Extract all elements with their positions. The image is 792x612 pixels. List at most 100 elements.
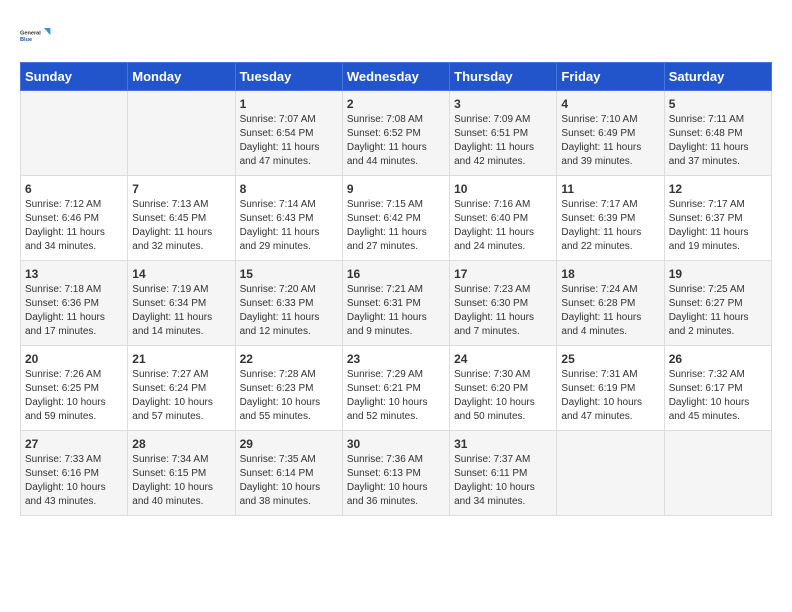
calendar-day-cell: 28 Sunrise: 7:34 AM Sunset: 6:15 PM Dayli… — [128, 431, 235, 516]
calendar-day-cell: 9Sunrise: 7:15 AM Sunset: 6:42 PM Daylig… — [342, 176, 449, 261]
day-info: Sunrise: 7:30 AM Sunset: 6:20 PM Dayligh… — [454, 368, 552, 424]
day-number: 22 — [240, 352, 338, 366]
weekday-header: Monday — [128, 63, 235, 91]
calendar-day-cell — [21, 91, 128, 176]
day-number: 15 — [240, 267, 338, 281]
calendar-day-cell — [557, 431, 664, 516]
weekday-header: Friday — [557, 63, 664, 91]
calendar-day-cell: 19 Sunrise: 7:25 AM Sunset: 6:27 PM Dayli… — [664, 261, 771, 346]
day-number: 1 — [240, 97, 338, 111]
day-number: 23 — [347, 352, 445, 366]
calendar-week-row: 27 Sunrise: 7:33 AM Sunset: 6:16 PM Dayli… — [21, 431, 772, 516]
calendar-day-cell — [128, 91, 235, 176]
day-number: 30 — [347, 437, 445, 451]
day-info: Sunrise: 7:10 AM Sunset: 6:49 PM Dayligh… — [561, 113, 659, 169]
day-number: 10 — [454, 182, 552, 196]
day-number: 8 — [240, 182, 338, 196]
calendar-day-cell: 10 Sunrise: 7:16 AM Sunset: 6:40 PM Dayli… — [450, 176, 557, 261]
calendar-header-row: SundayMondayTuesdayWednesdayThursdayFrid… — [21, 63, 772, 91]
day-info: Sunrise: 7:17 AM Sunset: 6:39 PM Dayligh… — [561, 198, 659, 254]
calendar-day-cell: 31 Sunrise: 7:37 AM Sunset: 6:11 PM Dayli… — [450, 431, 557, 516]
weekday-header: Tuesday — [235, 63, 342, 91]
weekday-header: Sunday — [21, 63, 128, 91]
day-number: 6 — [25, 182, 123, 196]
calendar-day-cell: 18Sunrise: 7:24 AM Sunset: 6:28 PM Dayli… — [557, 261, 664, 346]
calendar-week-row: 13 Sunrise: 7:18 AM Sunset: 6:36 PM Dayli… — [21, 261, 772, 346]
calendar-day-cell: 30 Sunrise: 7:36 AM Sunset: 6:13 PM Dayli… — [342, 431, 449, 516]
day-info: Sunrise: 7:36 AM Sunset: 6:13 PM Dayligh… — [347, 453, 445, 509]
day-info: Sunrise: 7:21 AM Sunset: 6:31 PM Dayligh… — [347, 283, 445, 339]
day-info: Sunrise: 7:29 AM Sunset: 6:21 PM Dayligh… — [347, 368, 445, 424]
day-number: 31 — [454, 437, 552, 451]
page-header: GeneralBlue — [20, 20, 772, 52]
day-info: Sunrise: 7:34 AM Sunset: 6:15 PM Dayligh… — [132, 453, 230, 509]
calendar-week-row: 20 Sunrise: 7:26 AM Sunset: 6:25 PM Dayli… — [21, 346, 772, 431]
calendar-week-row: 1 Sunrise: 7:07 AM Sunset: 6:54 PM Daylig… — [21, 91, 772, 176]
day-info: Sunrise: 7:15 AM Sunset: 6:42 PM Dayligh… — [347, 198, 445, 254]
day-info: Sunrise: 7:16 AM Sunset: 6:40 PM Dayligh… — [454, 198, 552, 254]
calendar-day-cell: 3Sunrise: 7:09 AM Sunset: 6:51 PM Daylig… — [450, 91, 557, 176]
calendar-day-cell: 1 Sunrise: 7:07 AM Sunset: 6:54 PM Daylig… — [235, 91, 342, 176]
day-number: 19 — [669, 267, 767, 281]
svg-text:General: General — [20, 30, 41, 36]
day-info: Sunrise: 7:32 AM Sunset: 6:17 PM Dayligh… — [669, 368, 767, 424]
day-info: Sunrise: 7:08 AM Sunset: 6:52 PM Dayligh… — [347, 113, 445, 169]
day-info: Sunrise: 7:24 AM Sunset: 6:28 PM Dayligh… — [561, 283, 659, 339]
day-number: 29 — [240, 437, 338, 451]
day-info: Sunrise: 7:28 AM Sunset: 6:23 PM Dayligh… — [240, 368, 338, 424]
calendar-day-cell: 29 Sunrise: 7:35 AM Sunset: 6:14 PM Dayli… — [235, 431, 342, 516]
calendar-day-cell — [664, 431, 771, 516]
day-number: 24 — [454, 352, 552, 366]
day-info: Sunrise: 7:35 AM Sunset: 6:14 PM Dayligh… — [240, 453, 338, 509]
day-info: Sunrise: 7:17 AM Sunset: 6:37 PM Dayligh… — [669, 198, 767, 254]
day-number: 17 — [454, 267, 552, 281]
calendar-body: 1 Sunrise: 7:07 AM Sunset: 6:54 PM Daylig… — [21, 91, 772, 516]
calendar-day-cell: 8 Sunrise: 7:14 AM Sunset: 6:43 PM Daylig… — [235, 176, 342, 261]
day-info: Sunrise: 7:37 AM Sunset: 6:11 PM Dayligh… — [454, 453, 552, 509]
day-number: 13 — [25, 267, 123, 281]
weekday-header: Thursday — [450, 63, 557, 91]
day-info: Sunrise: 7:11 AM Sunset: 6:48 PM Dayligh… — [669, 113, 767, 169]
day-number: 26 — [669, 352, 767, 366]
calendar-day-cell: 21Sunrise: 7:27 AM Sunset: 6:24 PM Dayli… — [128, 346, 235, 431]
day-number: 3 — [454, 97, 552, 111]
day-info: Sunrise: 7:07 AM Sunset: 6:54 PM Dayligh… — [240, 113, 338, 169]
calendar-day-cell: 27 Sunrise: 7:33 AM Sunset: 6:16 PM Dayli… — [21, 431, 128, 516]
calendar-day-cell: 6Sunrise: 7:12 AM Sunset: 6:46 PM Daylig… — [21, 176, 128, 261]
day-number: 4 — [561, 97, 659, 111]
calendar-week-row: 6Sunrise: 7:12 AM Sunset: 6:46 PM Daylig… — [21, 176, 772, 261]
calendar-day-cell: 11 Sunrise: 7:17 AM Sunset: 6:39 PM Dayli… — [557, 176, 664, 261]
calendar-day-cell: 20 Sunrise: 7:26 AM Sunset: 6:25 PM Dayli… — [21, 346, 128, 431]
day-number: 27 — [25, 437, 123, 451]
weekday-header: Wednesday — [342, 63, 449, 91]
calendar-day-cell: 24 Sunrise: 7:30 AM Sunset: 6:20 PM Dayli… — [450, 346, 557, 431]
day-number: 12 — [669, 182, 767, 196]
calendar-day-cell: 22 Sunrise: 7:28 AM Sunset: 6:23 PM Dayli… — [235, 346, 342, 431]
calendar-day-cell: 12 Sunrise: 7:17 AM Sunset: 6:37 PM Dayli… — [664, 176, 771, 261]
day-info: Sunrise: 7:25 AM Sunset: 6:27 PM Dayligh… — [669, 283, 767, 339]
calendar-day-cell: 25Sunrise: 7:31 AM Sunset: 6:19 PM Dayli… — [557, 346, 664, 431]
svg-text:Blue: Blue — [20, 37, 32, 43]
day-number: 25 — [561, 352, 659, 366]
day-number: 28 — [132, 437, 230, 451]
day-info: Sunrise: 7:13 AM Sunset: 6:45 PM Dayligh… — [132, 198, 230, 254]
weekday-header: Saturday — [664, 63, 771, 91]
day-number: 21 — [132, 352, 230, 366]
day-number: 5 — [669, 97, 767, 111]
calendar-day-cell: 16 Sunrise: 7:21 AM Sunset: 6:31 PM Dayli… — [342, 261, 449, 346]
calendar-table: SundayMondayTuesdayWednesdayThursdayFrid… — [20, 62, 772, 516]
day-info: Sunrise: 7:20 AM Sunset: 6:33 PM Dayligh… — [240, 283, 338, 339]
day-info: Sunrise: 7:23 AM Sunset: 6:30 PM Dayligh… — [454, 283, 552, 339]
day-info: Sunrise: 7:33 AM Sunset: 6:16 PM Dayligh… — [25, 453, 123, 509]
day-info: Sunrise: 7:26 AM Sunset: 6:25 PM Dayligh… — [25, 368, 123, 424]
day-info: Sunrise: 7:14 AM Sunset: 6:43 PM Dayligh… — [240, 198, 338, 254]
day-number: 11 — [561, 182, 659, 196]
day-info: Sunrise: 7:18 AM Sunset: 6:36 PM Dayligh… — [25, 283, 123, 339]
day-info: Sunrise: 7:19 AM Sunset: 6:34 PM Dayligh… — [132, 283, 230, 339]
day-number: 20 — [25, 352, 123, 366]
calendar-day-cell: 2Sunrise: 7:08 AM Sunset: 6:52 PM Daylig… — [342, 91, 449, 176]
calendar-day-cell: 13 Sunrise: 7:18 AM Sunset: 6:36 PM Dayli… — [21, 261, 128, 346]
calendar-day-cell: 23 Sunrise: 7:29 AM Sunset: 6:21 PM Dayli… — [342, 346, 449, 431]
day-number: 16 — [347, 267, 445, 281]
logo: GeneralBlue — [20, 20, 52, 52]
